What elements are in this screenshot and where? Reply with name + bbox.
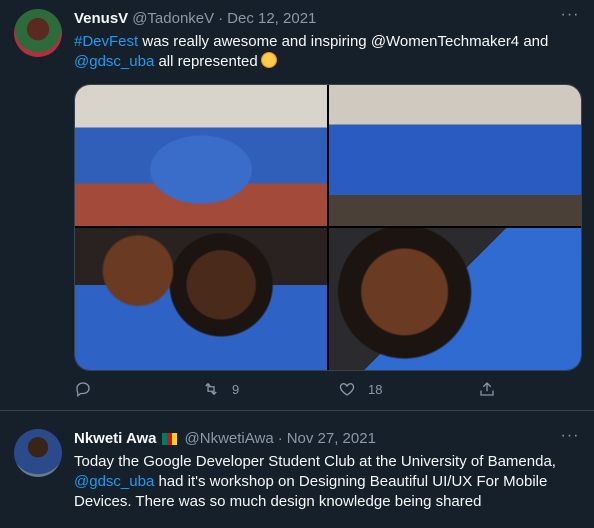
author-handle[interactable]: @TadonkeV	[132, 10, 214, 27]
heart-icon	[339, 383, 355, 396]
tweet-text: #DevFest was really awesome and inspirin…	[74, 32, 574, 72]
tweet-header: VenusV @TadonkeV · Dec 12, 2021	[74, 10, 316, 27]
author-handle[interactable]: @NkwetiAwa	[185, 430, 274, 447]
hashtag-link[interactable]: #DevFest	[74, 33, 138, 50]
share-icon	[480, 382, 494, 396]
tweet-text: Today the Google Developer Student Club …	[74, 452, 574, 512]
more-icon[interactable]: ···	[560, 428, 580, 449]
separator: ·	[218, 10, 224, 27]
reply-button[interactable]	[74, 380, 92, 398]
photo-group-1[interactable]	[75, 85, 327, 226]
retweet-count: 9	[232, 381, 240, 397]
photo-selfie-2[interactable]	[329, 228, 581, 370]
more-icon[interactable]: ···	[560, 7, 580, 28]
tweet-actions: 9 18	[74, 380, 514, 400]
tweet-text-part: Today the Google Developer Student Club …	[74, 453, 556, 470]
avatar[interactable]	[14, 429, 62, 477]
separator: ·	[277, 430, 283, 447]
tweet-text-part: all represented	[154, 53, 258, 70]
media-grid	[74, 84, 582, 371]
reply-icon	[76, 382, 90, 398]
mention-link[interactable]: @gdsc_uba	[74, 53, 154, 70]
retweet-icon	[205, 382, 217, 396]
avatar[interactable]	[14, 9, 62, 57]
retweet-button[interactable]: 9	[202, 380, 239, 398]
tweet-text-part: was really awesome and inspiring @WomenT…	[138, 33, 549, 50]
tweet-date[interactable]: Nov 27, 2021	[287, 430, 376, 447]
tweet-header: Nkweti Awa @NkwetiAwa · Nov 27, 2021	[74, 430, 376, 447]
like-count: 18	[368, 381, 383, 397]
photo-selfie-1[interactable]	[75, 228, 327, 370]
tweet-date[interactable]: Dec 12, 2021	[227, 10, 316, 27]
photo-group-2[interactable]	[329, 85, 581, 226]
share-button[interactable]	[478, 380, 496, 398]
smiling-face-with-hearts-icon	[260, 52, 277, 68]
tweet-venusv[interactable]: VenusV @TadonkeV · Dec 12, 2021 ··· #Dev…	[0, 0, 594, 411]
mention-link[interactable]: @gdsc_uba	[74, 473, 154, 490]
author-name[interactable]: VenusV	[74, 10, 128, 27]
author-name[interactable]: Nkweti Awa	[74, 430, 157, 447]
cameroon-flag-icon	[161, 432, 177, 445]
like-button[interactable]: 18	[338, 380, 382, 398]
